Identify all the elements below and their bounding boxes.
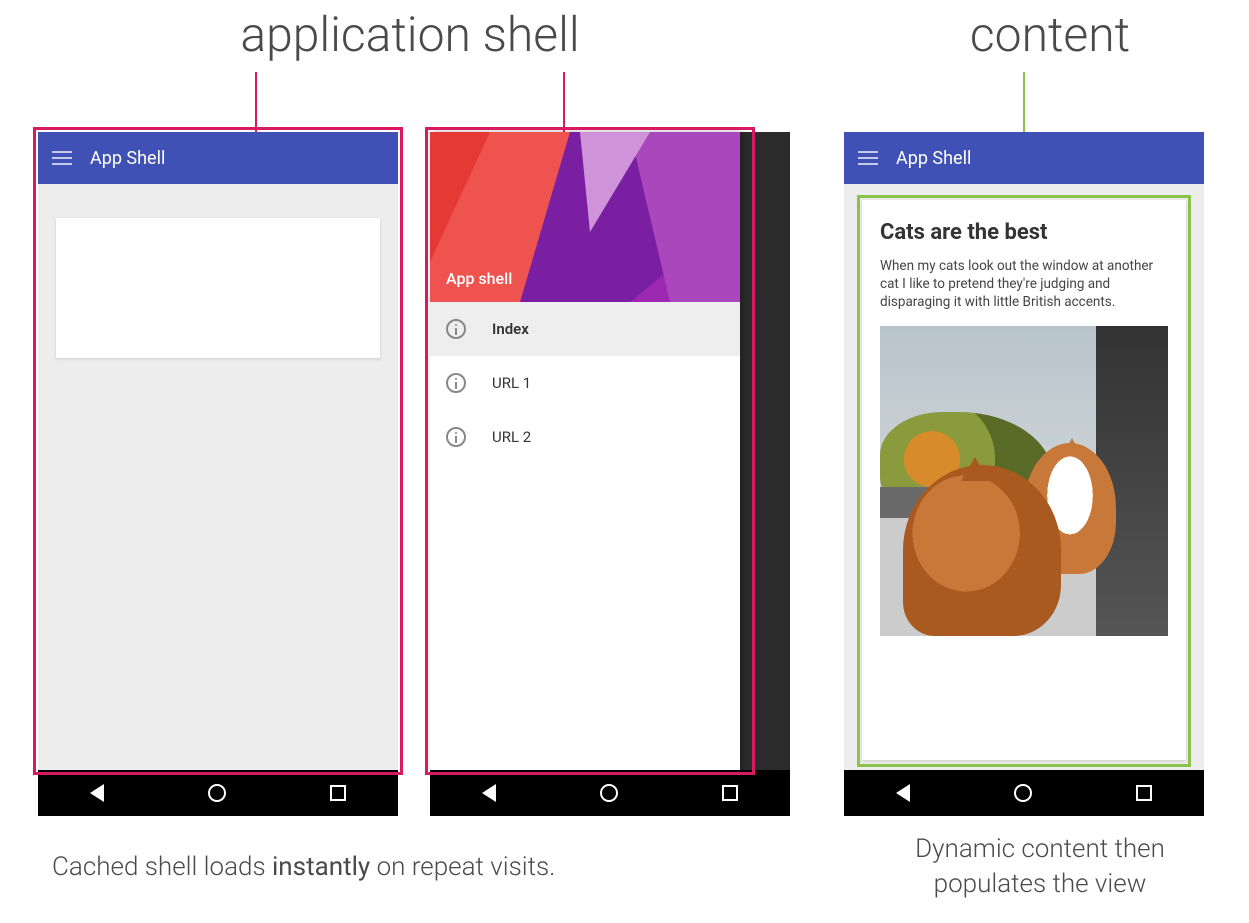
phone-shell-drawer: App shell Index URL 1 URL 2 [430, 132, 790, 816]
drawer-item-label: Index [492, 320, 529, 338]
appbar: App Shell [844, 132, 1204, 184]
drawer-title: App shell [446, 269, 512, 288]
drawer-header: App shell [430, 132, 740, 302]
recents-icon[interactable] [722, 785, 738, 801]
menu-icon[interactable] [858, 151, 878, 165]
caption-shell-post: on repeat visits. [370, 852, 555, 882]
home-icon[interactable] [208, 784, 226, 802]
drawer-item-label: URL 1 [492, 374, 531, 392]
pointer-line-shell-1 [255, 72, 257, 132]
drawer-item-url1[interactable]: URL 1 [430, 356, 740, 410]
phone-body [38, 184, 398, 770]
appbar-title: App Shell [90, 148, 165, 169]
caption-shell: Cached shell loads instantly on repeat v… [52, 850, 555, 885]
pointer-line-shell-2 [563, 72, 565, 132]
phone-content: App Shell Cats are the best When my cats… [844, 132, 1204, 816]
appbar-title: App Shell [896, 148, 971, 169]
back-icon[interactable] [482, 784, 496, 802]
caption-content: Dynamic content then populates the view [870, 832, 1210, 902]
drawer-item-url2[interactable]: URL 2 [430, 410, 740, 464]
drawer-item-index[interactable]: Index [430, 302, 740, 356]
info-icon [446, 373, 466, 393]
label-content: content [940, 6, 1160, 63]
phone-body: Cats are the best When my cats look out … [844, 184, 1204, 770]
label-application-shell: application shell [220, 6, 600, 63]
drawer-item-label: URL 2 [492, 428, 531, 446]
nav-drawer: App shell Index URL 1 URL 2 [430, 132, 740, 770]
home-icon[interactable] [600, 784, 618, 802]
info-icon [446, 319, 466, 339]
article-title: Cats are the best [880, 220, 1168, 245]
android-navbar [430, 770, 790, 816]
recents-icon[interactable] [1136, 785, 1152, 801]
back-icon[interactable] [90, 784, 104, 802]
caption-shell-pre: Cached shell loads [52, 852, 272, 882]
recents-icon[interactable] [330, 785, 346, 801]
home-icon[interactable] [1014, 784, 1032, 802]
android-navbar [38, 770, 398, 816]
content-card: Cats are the best When my cats look out … [862, 200, 1186, 760]
drawer-list: Index URL 1 URL 2 [430, 302, 740, 770]
article-image-cats [880, 326, 1168, 636]
appbar: App Shell [38, 132, 398, 184]
empty-content-card [56, 218, 380, 358]
menu-icon[interactable] [52, 151, 72, 165]
android-navbar [844, 770, 1204, 816]
article-body: When my cats look out the window at anot… [880, 257, 1168, 312]
back-icon[interactable] [896, 784, 910, 802]
phone-shell-empty: App Shell [38, 132, 398, 816]
caption-shell-bold: instantly [272, 852, 370, 882]
info-icon [446, 427, 466, 447]
